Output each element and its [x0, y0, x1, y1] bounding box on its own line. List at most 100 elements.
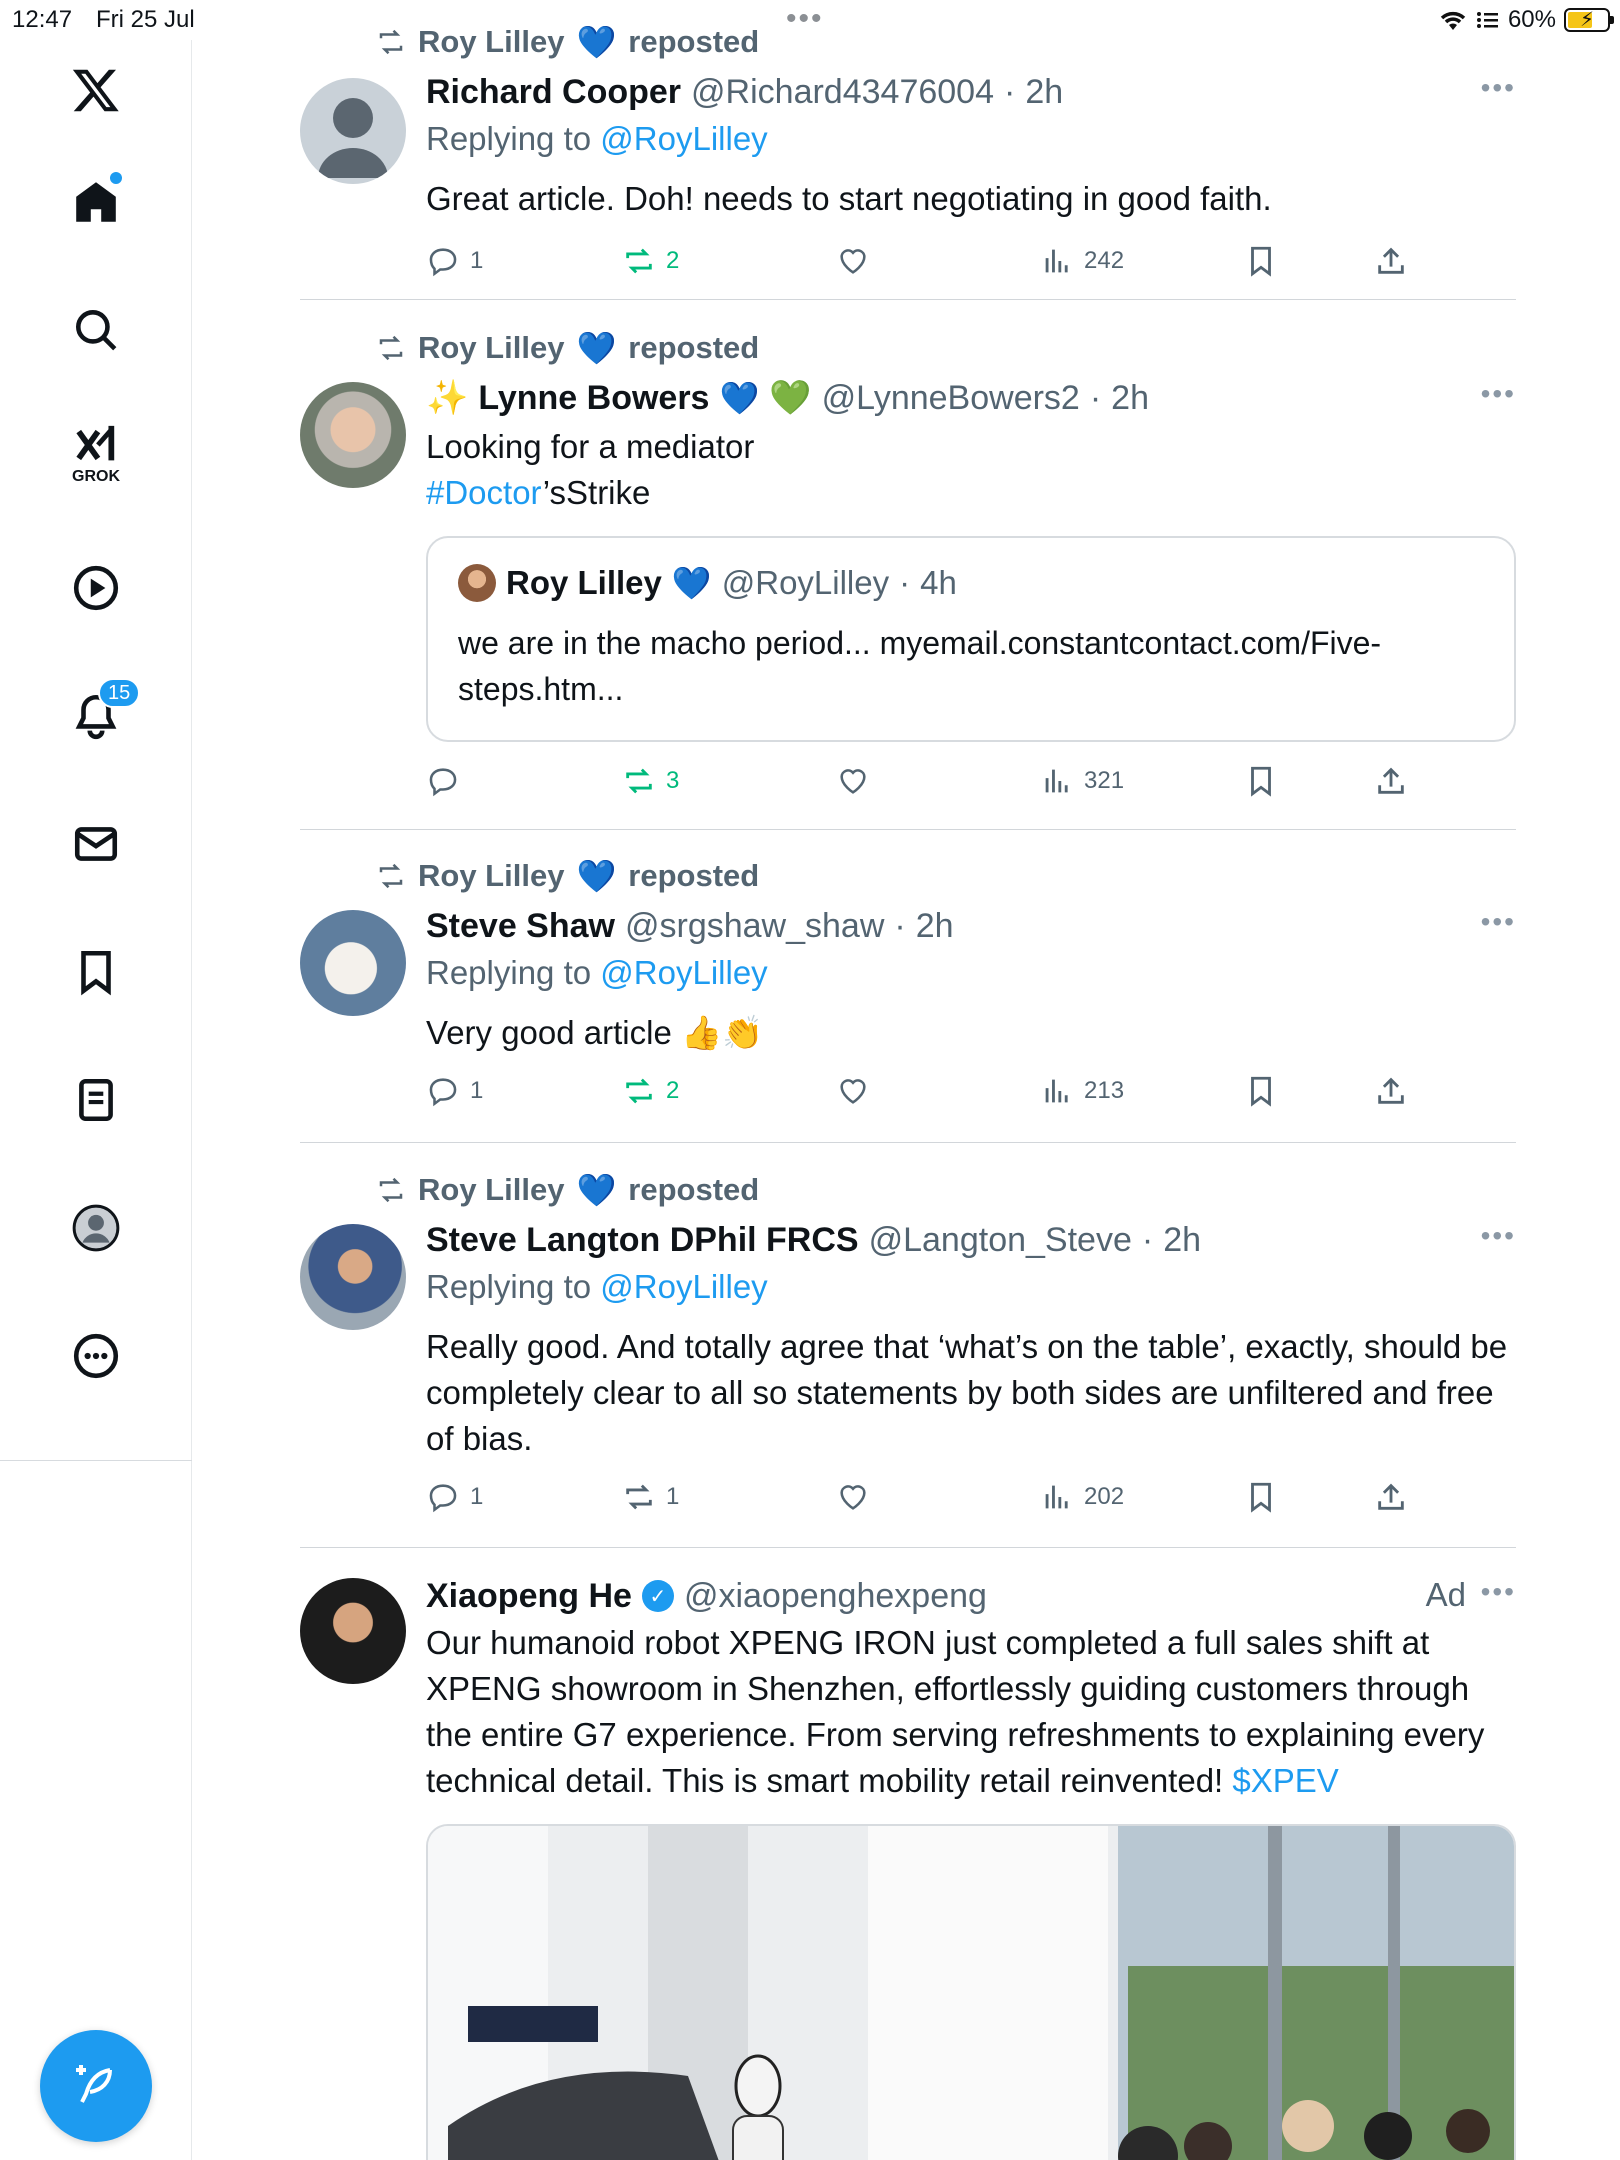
like-button[interactable]	[836, 1074, 870, 1108]
share-icon	[1378, 247, 1404, 274]
separator: ·	[894, 906, 906, 945]
bookmark-icon	[1251, 246, 1271, 277]
repost-button[interactable]: 1	[622, 1480, 679, 1514]
post-more-icon[interactable]: •••	[1481, 1220, 1516, 1252]
like-button[interactable]	[836, 1480, 870, 1514]
separator: ·	[1141, 1220, 1154, 1259]
bookmark-button[interactable]	[1244, 1074, 1278, 1108]
author-handle[interactable]: @srgshaw_shaw	[625, 907, 884, 946]
post-more-icon[interactable]: •••	[1481, 906, 1516, 938]
post-time[interactable]: 2h	[1025, 73, 1063, 112]
like-button[interactable]	[836, 244, 870, 278]
avatar[interactable]	[300, 78, 406, 184]
post-text-suffix: ’sStrike	[542, 474, 651, 511]
views-button[interactable]: 213	[1040, 1074, 1124, 1108]
post-time[interactable]: 2h	[1163, 1221, 1201, 1260]
post-time[interactable]: 2h	[916, 907, 954, 946]
author-name[interactable]: Richard Cooper	[426, 73, 681, 112]
repost-button[interactable]: 3	[622, 764, 679, 798]
reposter-name[interactable]: Roy Lilley	[418, 24, 564, 60]
avatar[interactable]	[300, 1578, 406, 1684]
reply-button[interactable]: 1	[426, 1074, 483, 1108]
author-name[interactable]: Xiaopeng He	[426, 1577, 632, 1616]
replying-to: Replying to @RoyLilley	[426, 1268, 768, 1306]
share-icon	[1378, 1483, 1404, 1510]
repost-icon	[379, 335, 403, 361]
post-actions: 1 2 213	[426, 1074, 1516, 1114]
author-name[interactable]: Steve Langton DPhil FRCS	[426, 1221, 859, 1260]
post-media-image[interactable]	[426, 1824, 1516, 2160]
search-icon[interactable]	[56, 290, 136, 370]
avatar[interactable]	[300, 382, 406, 488]
cashtag-link[interactable]: $XPEV	[1232, 1762, 1338, 1799]
reply-button[interactable]: 1	[426, 244, 483, 278]
share-button[interactable]	[1374, 764, 1408, 798]
post-steve-langton[interactable]: Roy Lilley 💙 reposted Steve Langton DPhi…	[300, 1170, 1516, 1540]
reposter-name[interactable]: Roy Lilley	[418, 858, 564, 894]
replying-to-handle[interactable]: @RoyLilley	[600, 120, 767, 157]
bookmark-icon	[1251, 766, 1271, 797]
post-xiaopeng-he-ad[interactable]: Xiaopeng He ✓ @xiaopenghexpeng Ad ••• Ou…	[300, 1574, 1516, 2160]
quoted-author-handle: @RoyLilley	[721, 564, 890, 601]
video-play-icon[interactable]	[56, 548, 136, 628]
blue-heart-icon: 💙	[671, 565, 712, 601]
profile-avatar-icon[interactable]	[56, 1188, 136, 1268]
compose-post-button[interactable]	[40, 2030, 152, 2142]
post-more-icon[interactable]: •••	[1481, 378, 1516, 410]
post-lynne-bowers[interactable]: Roy Lilley 💙 reposted ✨ Lynne Bowers 💙 💚…	[300, 328, 1516, 828]
post-time[interactable]: 2h	[1111, 379, 1149, 418]
post-richard-cooper[interactable]: Roy Lilley 💙 reposted Richard Cooper @Ri…	[300, 22, 1516, 300]
post-more-icon[interactable]: •••	[1481, 72, 1516, 104]
post-more-icon[interactable]: •••	[1481, 1576, 1516, 1608]
grok-label: GROK	[72, 468, 120, 485]
avatar[interactable]	[300, 910, 406, 1016]
author-handle[interactable]: @xiaopenghexpeng	[684, 1577, 987, 1616]
post-actions: 1 2 242	[426, 244, 1516, 284]
like-button[interactable]	[836, 764, 870, 798]
replying-to-handle[interactable]: @RoyLilley	[600, 1268, 767, 1305]
repost-context: Roy Lilley 💙 reposted	[376, 1170, 759, 1210]
views-button[interactable]: 202	[1040, 1480, 1124, 1514]
more-options-icon[interactable]	[56, 1316, 136, 1396]
notifications-bell-icon[interactable]: 15	[56, 676, 141, 756]
quoted-post-card[interactable]: Roy Lilley 💙 @RoyLilley · 4h we are in t…	[426, 536, 1516, 742]
views-button[interactable]: 321	[1040, 764, 1124, 798]
author-name[interactable]: Steve Shaw	[426, 907, 615, 946]
author-handle[interactable]: @LynneBowers2	[822, 379, 1080, 418]
author-handle[interactable]: @Langton_Steve	[869, 1221, 1132, 1260]
post-header: Xiaopeng He ✓ @xiaopenghexpeng	[426, 1574, 987, 1618]
heart-icon	[840, 1485, 866, 1510]
bookmark-button[interactable]	[1244, 244, 1278, 278]
reply-button[interactable]: 1	[426, 1480, 483, 1514]
messages-envelope-icon[interactable]	[56, 804, 136, 884]
hashtag-link[interactable]: #Doctor	[426, 474, 543, 511]
repost-icon	[626, 768, 652, 794]
repost-count: 3	[666, 767, 680, 794]
bookmark-button[interactable]	[1244, 764, 1278, 798]
share-button[interactable]	[1374, 1074, 1408, 1108]
repost-button[interactable]: 2	[622, 1074, 679, 1108]
blue-heart-icon: 💙	[719, 380, 760, 416]
reposter-name[interactable]: Roy Lilley	[418, 1172, 564, 1208]
views-button[interactable]: 242	[1040, 244, 1124, 278]
x-logo-icon[interactable]	[56, 50, 136, 130]
lists-icon[interactable]	[56, 1060, 136, 1140]
bookmarks-icon[interactable]	[56, 932, 136, 1012]
separator: ·	[899, 564, 911, 601]
avatar[interactable]	[300, 1224, 406, 1330]
home-icon[interactable]	[56, 162, 136, 242]
share-button[interactable]	[1374, 244, 1408, 278]
bookmark-button[interactable]	[1244, 1480, 1278, 1514]
reply-button[interactable]	[426, 764, 470, 798]
repost-button[interactable]: 2	[622, 244, 679, 278]
author-handle[interactable]: @Richard43476004	[691, 73, 994, 112]
share-button[interactable]	[1374, 1480, 1408, 1514]
post-steve-shaw[interactable]: Roy Lilley 💙 reposted Steve Shaw @srgsha…	[300, 856, 1516, 1136]
views-chart-icon	[1045, 769, 1068, 793]
replying-to-handle[interactable]: @RoyLilley	[600, 954, 767, 991]
author-name[interactable]: Lynne Bowers	[478, 379, 709, 418]
reposter-name[interactable]: Roy Lilley	[418, 330, 564, 366]
post-header: Steve Shaw @srgshaw_shaw · 2h	[426, 904, 954, 948]
post-divider	[300, 1142, 1516, 1143]
grok-icon[interactable]: GROK	[56, 412, 136, 492]
